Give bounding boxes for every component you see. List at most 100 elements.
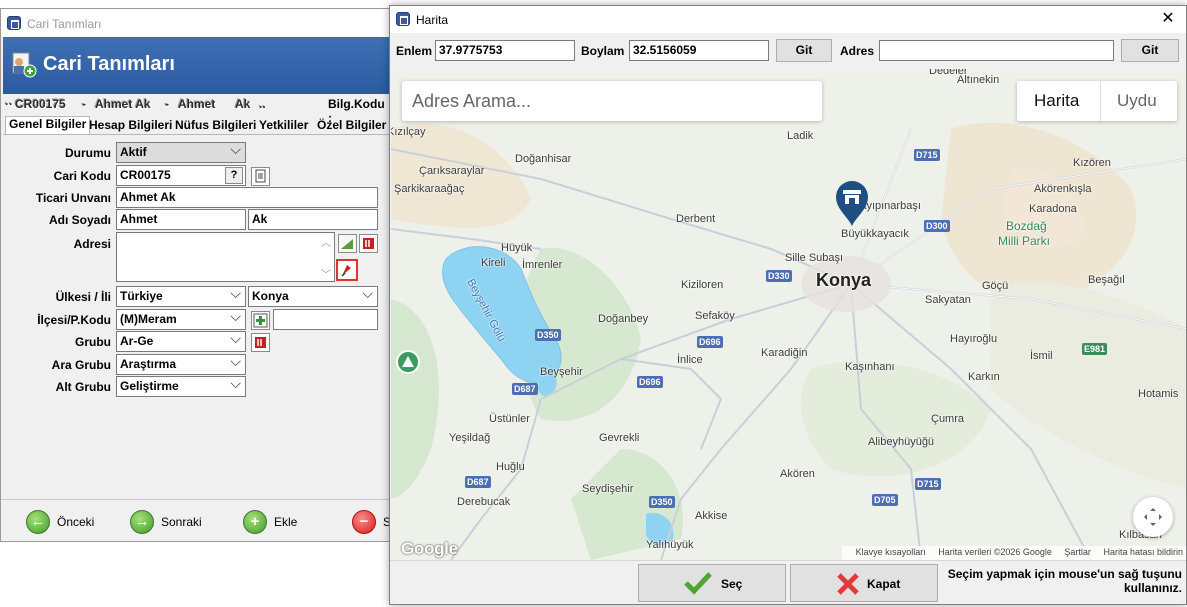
close-icon[interactable]: ✕ xyxy=(1156,9,1180,29)
go-coordinates-button[interactable]: Git xyxy=(776,39,832,62)
report-map-error-link[interactable]: Harita hatası bildirin xyxy=(1103,547,1183,557)
record-last-name: Ak xyxy=(235,97,251,111)
close-button[interactable]: Kapat xyxy=(790,564,938,602)
place-label: Karkın xyxy=(968,371,1000,383)
place-label: İmrenler xyxy=(522,259,563,271)
place-label: Derebucak xyxy=(457,496,511,508)
ulke-select[interactable]: Türkiye xyxy=(116,286,246,307)
tab-genel-bilgiler[interactable]: Genel Bilgiler xyxy=(5,116,91,134)
add-icon[interactable] xyxy=(251,311,270,330)
tab-nufus-bilgileri[interactable]: Nüfus Bilgileri xyxy=(175,118,256,132)
road-shield: D300 xyxy=(924,220,950,232)
place-label: Büyükkayacık xyxy=(841,228,909,240)
city-label-konya: Konya xyxy=(816,270,872,290)
road-shield: D715 xyxy=(914,149,940,161)
location-marker-icon[interactable] xyxy=(834,179,870,227)
grubu-select[interactable]: Ar-Ge xyxy=(116,331,246,352)
grubu-table-icon[interactable] xyxy=(251,333,270,352)
adi-input[interactable]: Ahmet xyxy=(116,209,246,230)
tab-hesap-bilgileri[interactable]: Hesap Bilgileri xyxy=(89,118,172,132)
tab-yetkililer[interactable]: Yetkililer xyxy=(259,118,308,132)
arrow-left-icon: ← xyxy=(26,510,50,534)
go-address-button[interactable]: Git xyxy=(1121,39,1179,62)
latitude-input[interactable]: 37.9775753 xyxy=(435,40,575,61)
cari-tanimlari-window: Cari Tanımları Cari Tanımları ·· CR00175… xyxy=(0,8,392,542)
users-icon xyxy=(12,52,37,78)
soyadi-input[interactable]: Ak xyxy=(248,209,378,230)
google-logo: Google xyxy=(401,539,458,558)
document-icon[interactable] xyxy=(251,167,270,186)
place-label: Beşağıl xyxy=(1088,274,1125,286)
ilce-select[interactable]: (M)Meram xyxy=(116,309,246,330)
durumu-select[interactable]: Aktif xyxy=(116,142,246,163)
il-select[interactable]: Konya xyxy=(248,286,378,307)
map-pin-button[interactable] xyxy=(336,259,358,281)
place-label: Akkise xyxy=(695,510,728,522)
ticari-unvan-input[interactable]: Ahmet Ak xyxy=(116,187,378,208)
previous-label: Önceki xyxy=(57,515,95,529)
app-icon xyxy=(7,16,21,30)
arrow-right-icon: → xyxy=(130,510,154,534)
ellipsis: .. xyxy=(259,97,266,111)
adresi-textarea[interactable] xyxy=(116,232,335,282)
select-button[interactable]: Seç xyxy=(638,564,786,602)
record-title: Ahmet Ak xyxy=(95,97,151,111)
place-label: Ladik xyxy=(787,130,814,142)
place-label: Sefaköy xyxy=(695,310,735,322)
keyboard-shortcuts-link[interactable]: Klavye kısayolları xyxy=(856,547,926,557)
place-label: Akören xyxy=(780,468,815,480)
terms-link[interactable]: Şartlar xyxy=(1064,547,1091,557)
road-shield: D350 xyxy=(535,329,561,341)
place-label: İsmil xyxy=(1030,350,1053,362)
address-input[interactable] xyxy=(879,40,1114,61)
record-info-bar: ·· CR00175 - Ahmet Ak - Ahmet Ak .. Bilg… xyxy=(3,95,391,125)
map-type-satellite-button[interactable]: Uydu xyxy=(1117,91,1157,111)
ara-grubu-select[interactable]: Araştırma xyxy=(116,354,246,375)
address-search-box[interactable]: Adres Arama... xyxy=(402,81,822,121)
road-shield: D350 xyxy=(649,496,675,508)
place-label: Derbent xyxy=(676,213,716,225)
fullscreen-icon xyxy=(1144,508,1162,526)
place-label: Doğanbey xyxy=(598,313,649,325)
map-attribution: Klavye kısayolları Harita verileri ©2026… xyxy=(841,546,1186,560)
adresi-scrollbar[interactable]: ︿ ﹀ xyxy=(319,234,333,281)
ilce-pkodu-label: İlçesi/P.Kodu xyxy=(37,313,111,327)
map-triangle-icon[interactable] xyxy=(338,234,357,253)
place-label: Doğanhisar xyxy=(515,153,572,165)
road-shield: D687 xyxy=(465,476,491,488)
ara-grubu-label: Ara Grubu xyxy=(51,358,111,372)
place-label: Huğlu xyxy=(496,461,525,473)
cari-kodu-label: Cari Kodu xyxy=(53,169,111,183)
titlebar: Harita ✕ xyxy=(390,6,1186,33)
map-type-map-button[interactable]: Harita xyxy=(1034,91,1079,111)
alt-grubu-select[interactable]: Geliştirme xyxy=(116,376,246,397)
place-label: Karadona xyxy=(1029,203,1077,215)
fullscreen-button[interactable] xyxy=(1133,497,1173,537)
longitude-input[interactable]: 32.5156059 xyxy=(629,40,769,61)
add-label: Ekle xyxy=(274,515,298,529)
place-label: Kiziloren xyxy=(681,279,724,291)
posta-kodu-input[interactable] xyxy=(273,309,378,330)
minus-icon: − xyxy=(352,510,376,534)
bottom-action-bar: Seç Kapat Seçim yapmak için mouse'un sağ… xyxy=(390,560,1186,604)
divider xyxy=(1100,81,1101,121)
map-canvas[interactable]: Dedeler Altınekin Kızılçay Ladik Çarıksa… xyxy=(391,69,1186,560)
map-type-control: Harita Uydu xyxy=(1017,81,1177,121)
tab-strip: Genel Bilgiler Hesap Bilgileri Nüfus Bil… xyxy=(3,116,391,135)
titlebar: Cari Tanımları xyxy=(1,9,391,37)
tab-ozel-bilgiler[interactable]: Özel Bilgiler 1 xyxy=(317,118,391,132)
park-label: Bozdağ xyxy=(1006,219,1047,233)
place-label: Alibeyhüyüğü xyxy=(868,436,935,448)
table-icon[interactable] xyxy=(359,234,378,253)
road-shield: D330 xyxy=(766,270,792,282)
durumu-label: Durumu xyxy=(65,146,111,160)
header-banner: Cari Tanımları xyxy=(3,37,391,94)
cari-kodu-help-button[interactable]: ? xyxy=(225,167,243,184)
ulke-il-label: Ülkesi / İli xyxy=(55,290,111,304)
place-label: Altınekin xyxy=(957,74,1000,86)
place-label: Kızören xyxy=(1073,157,1111,169)
app-icon xyxy=(396,12,410,26)
place-label: Şarkikaraağaç xyxy=(394,183,465,195)
road-shield: D696 xyxy=(637,376,663,388)
map-pin-icon xyxy=(341,265,351,277)
